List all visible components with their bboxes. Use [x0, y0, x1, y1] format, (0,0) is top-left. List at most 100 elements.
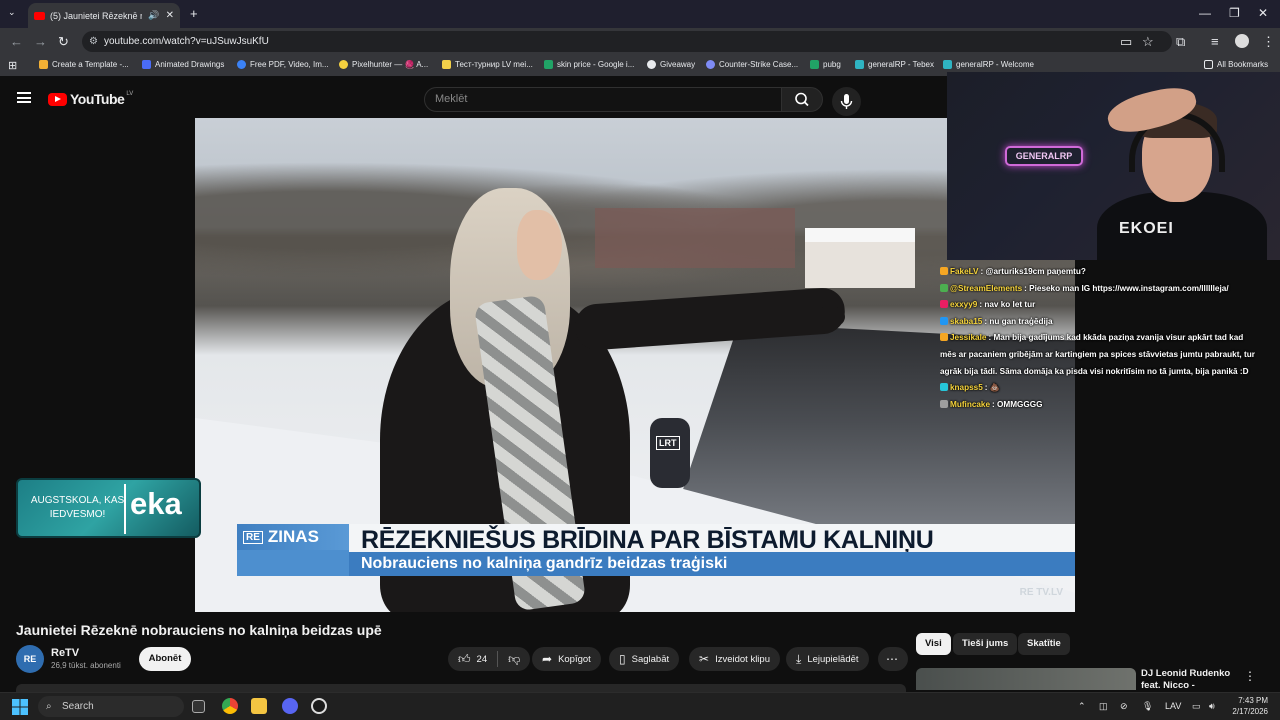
close-window-button[interactable]: ✕ — [1258, 6, 1268, 20]
like-icon[interactable]: 👍︎ — [458, 652, 471, 667]
chat-username: Mufincake — [950, 399, 991, 409]
chat-badge-icon — [940, 316, 948, 325]
back-button[interactable]: ← — [10, 34, 23, 49]
share-icon: ➦ — [542, 652, 553, 666]
tab-search-icon[interactable]: ⌄ — [8, 7, 16, 18]
tray-volume-icon[interactable]: 🔊︎ — [1209, 701, 1215, 712]
like-dislike-group: 👍︎ 24 👎︎ — [448, 647, 531, 671]
speaker-icon[interactable]: 🔊 — [148, 10, 159, 21]
voice-search-button[interactable] — [832, 87, 861, 116]
profile-avatar[interactable] — [1235, 34, 1249, 48]
task-view-icon[interactable] — [192, 700, 205, 713]
chat-username: exxyy9 — [950, 300, 978, 310]
chat-username: Jessikale — [950, 333, 987, 343]
windows-start-icon[interactable] — [12, 699, 28, 715]
chat-text: mēs ar pacaniem gribējām ar kartingiem p… — [940, 349, 1255, 359]
chip-all[interactable]: Visi — [916, 633, 951, 655]
channel-avatar[interactable]: RE — [16, 645, 44, 673]
chat-username: @StreamElements — [950, 283, 1023, 293]
search-button[interactable] — [781, 87, 823, 112]
like-count[interactable]: 24 — [477, 654, 488, 665]
chip-for-you[interactable]: Tieši jums — [953, 633, 1018, 655]
recommended-thumbnail[interactable] — [916, 668, 1136, 690]
search-icon — [795, 92, 809, 107]
bookmark-favicon-icon — [142, 60, 151, 69]
chat-badge-icon — [940, 300, 948, 309]
download-button[interactable]: ⤓ Lejupielādēt — [786, 647, 869, 671]
recommended-more-icon[interactable]: ⋮ — [1244, 669, 1256, 683]
keyboard-language[interactable]: LAV — [1165, 701, 1181, 711]
tray-app-icon[interactable]: ◫ — [1099, 701, 1108, 712]
extensions-icon[interactable]: ⧉ — [1176, 34, 1185, 50]
news-headline: RĒZEKNIEŠUS BRĪDINA PAR BĪSTAMU KALNIŅU — [361, 526, 934, 554]
bookmark-item[interactable]: Giveaway — [647, 60, 695, 69]
description-box[interactable] — [16, 684, 906, 692]
chat-message: exxyy9: nav ko let tur — [940, 297, 1280, 314]
download-icon: ⤓ — [796, 651, 802, 666]
more-horizontal-icon: ⋯ — [886, 652, 898, 666]
chrome-icon[interactable] — [222, 698, 238, 714]
tab-close-icon[interactable]: ✕ — [166, 10, 174, 21]
news-brand-underbar — [237, 550, 349, 576]
browser-menu-icon[interactable]: ⋮ — [1262, 34, 1275, 50]
share-button[interactable]: ➦ Kopīgot — [532, 647, 601, 671]
bookmark-item[interactable]: Counter-Strike Case... — [706, 60, 798, 69]
bookmark-item[interactable]: Тест-турнир LV mei... — [442, 60, 533, 69]
bookmark-item[interactable]: Free PDF, Video, Im... — [237, 60, 329, 69]
bookmark-item[interactable]: Animated Drawings — [142, 60, 224, 69]
apps-grid-icon[interactable]: ⊞ — [8, 59, 17, 72]
chip-watched[interactable]: Skatītie — [1018, 633, 1070, 655]
news-lower-third: RE ZINAS RĒZEKNIEŠUS BRĪDINA PAR BĪSTAMU … — [237, 524, 1075, 576]
bookmark-star-icon[interactable]: ☆ — [1142, 34, 1154, 50]
chat-message-continued: agrāk bija tādi. Sāma domāja ka pisda vi… — [940, 364, 1280, 381]
tray-mic-icon[interactable]: 🎙︎ — [1142, 701, 1153, 712]
forward-button[interactable]: → — [34, 34, 47, 49]
bookmark-item[interactable]: generalRP - Tebex — [855, 60, 934, 69]
taskbar-search[interactable]: ⌕ Search — [38, 696, 184, 717]
cast-icon[interactable]: ▭ — [1120, 34, 1132, 50]
save-button[interactable]: ▯ Saglabāt — [609, 647, 680, 671]
bookmark-favicon-icon — [39, 60, 48, 69]
bookmark-item[interactable]: Pixelhunter — 🧶 A... — [339, 60, 428, 69]
browser-tab-active[interactable]: (5) Jaunietei Rēzeknē nobra 🔊 ✕ — [28, 3, 180, 28]
bookmark-favicon-icon — [855, 60, 864, 69]
new-tab-button[interactable]: + — [190, 6, 198, 21]
restore-button[interactable]: ❐ — [1229, 6, 1240, 20]
discord-icon[interactable] — [282, 698, 298, 714]
youtube-logo[interactable]: YouTube LV — [48, 91, 133, 107]
tray-display-icon[interactable]: ▭ — [1192, 701, 1201, 712]
chat-text: : @arturiks19cm paņemtu? — [980, 267, 1086, 276]
subscribe-button[interactable]: Abonēt — [139, 647, 191, 671]
bookmark-item[interactable]: generalRP - Welcome — [943, 60, 1034, 69]
news-brand-label: ZINAS — [267, 527, 319, 546]
create-clip-button[interactable]: ✂ Izveidot klipu — [689, 647, 780, 671]
reload-button[interactable]: ↻ — [58, 34, 69, 50]
recommended-title[interactable]: DJ Leonid Rudenko feat. Nicco - — [1141, 668, 1241, 692]
obs-icon[interactable] — [311, 698, 327, 714]
minimize-button[interactable]: — — [1199, 6, 1211, 20]
bookmark-favicon-icon — [442, 60, 451, 69]
mic-logo: LRT — [656, 436, 680, 450]
chat-username: knapss5 — [950, 383, 983, 393]
file-explorer-icon[interactable] — [251, 698, 267, 714]
bookmark-item[interactable]: skin price - Google i... — [544, 60, 634, 69]
menu-icon[interactable] — [17, 92, 31, 103]
dislike-icon[interactable]: 👎︎ — [508, 652, 520, 667]
taskbar-clock[interactable]: 7:43 PM 2/17/2026 — [1224, 695, 1268, 717]
channel-watermark: RE TV.LV — [1019, 587, 1063, 598]
tray-network-icon[interactable]: ⊘ — [1120, 701, 1128, 712]
bookmark-item[interactable]: Create a Template -... — [39, 60, 129, 69]
chat-username: FakeLV — [950, 267, 979, 276]
all-bookmarks-button[interactable]: All Bookmarks — [1204, 60, 1268, 69]
media-control-icon[interactable]: ≡ — [1211, 34, 1219, 49]
tray-overflow-icon[interactable]: ⌃ — [1078, 701, 1086, 712]
search-input[interactable]: Meklēt — [424, 87, 782, 112]
site-info-icon[interactable]: ⚙ — [89, 31, 98, 52]
more-actions-button[interactable]: ⋯ — [878, 647, 908, 671]
bookmark-favicon-icon — [237, 60, 246, 69]
bookmark-favicon-icon — [943, 60, 952, 69]
browser-tab-strip: ⌄ (5) Jaunietei Rēzeknē nobra 🔊 ✕ + — ❐ … — [0, 0, 1280, 28]
address-bar[interactable]: ⚙ youtube.com/watch?v=uJSuwJsuKfU — [82, 31, 1172, 52]
bookmark-item[interactable]: pubg — [810, 60, 841, 69]
channel-name[interactable]: ReTV — [51, 647, 79, 659]
